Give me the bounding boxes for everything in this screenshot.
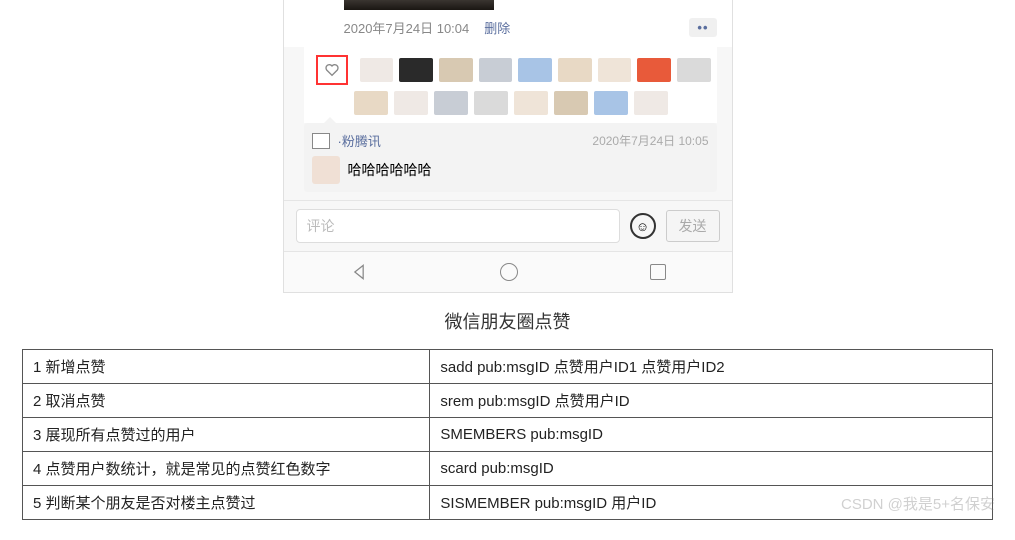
post-area: 2020年7月24日 10:04 删除 ••: [284, 0, 732, 47]
avatar[interactable]: [637, 58, 671, 82]
emoji-icon[interactable]: ☺: [630, 213, 656, 239]
row-desc: 4 点赞用户数统计，就是常见的点赞红色数字: [23, 452, 430, 486]
row-cmd: SMEMBERS pub:msgID: [430, 418, 993, 452]
avatar[interactable]: [354, 91, 388, 115]
commands-table: 1 新增点赞sadd pub:msgID 点赞用户ID1 点赞用户ID22 取消…: [22, 349, 993, 520]
avatar[interactable]: [514, 91, 548, 115]
more-button[interactable]: ••: [689, 18, 716, 37]
checkbox-icon[interactable]: [312, 133, 330, 149]
recent-icon[interactable]: [650, 264, 666, 280]
row-desc: 3 展现所有点赞过的用户: [23, 418, 430, 452]
avatar[interactable]: [394, 91, 428, 115]
table-row: 1 新增点赞sadd pub:msgID 点赞用户ID1 点赞用户ID2: [23, 350, 993, 384]
table-row: 4 点赞用户数统计，就是常见的点赞红色数字scard pub:msgID: [23, 452, 993, 486]
comment-author: ·粉腾讯: [338, 131, 381, 150]
figure-caption: 微信朋友圈点赞: [0, 308, 1015, 334]
row-cmd: scard pub:msgID: [430, 452, 993, 486]
avatar[interactable]: [434, 91, 468, 115]
comment-input[interactable]: 评论: [296, 209, 620, 243]
row-desc: 1 新增点赞: [23, 350, 430, 384]
row-cmd: srem pub:msgID 点赞用户ID: [430, 384, 993, 418]
comment-text: 哈哈哈哈哈哈: [348, 160, 432, 180]
avatar[interactable]: [598, 58, 632, 82]
avatar[interactable]: [479, 58, 513, 82]
avatar[interactable]: [474, 91, 508, 115]
row-desc: 5 判断某个朋友是否对楼主点赞过: [23, 486, 430, 520]
likes-row-1: [304, 52, 717, 88]
avatar-strip: [354, 58, 717, 82]
comment-block: ·粉腾讯 2020年7月24日 10:05 哈哈哈哈哈哈: [304, 123, 717, 192]
comment-time: 2020年7月24日 10:05: [592, 132, 708, 149]
likes-row-2: [304, 88, 717, 118]
avatar[interactable]: [360, 58, 394, 82]
table-row: 3 展现所有点赞过的用户SMEMBERS pub:msgID: [23, 418, 993, 452]
post-image: [344, 0, 494, 10]
comment-input-bar: 评论 ☺ 发送: [284, 200, 732, 251]
avatar-strip: [304, 91, 717, 115]
likes-section: [304, 47, 717, 123]
avatar[interactable]: [634, 91, 668, 115]
row-cmd: sadd pub:msgID 点赞用户ID1 点赞用户ID2: [430, 350, 993, 384]
row-cmd: SISMEMBER pub:msgID 用户ID: [430, 486, 993, 520]
table-row: 5 判断某个朋友是否对楼主点赞过SISMEMBER pub:msgID 用户ID: [23, 486, 993, 520]
android-nav-bar: [284, 251, 732, 292]
post-timestamp: 2020年7月24日 10:04: [344, 18, 470, 37]
table-row: 2 取消点赞srem pub:msgID 点赞用户ID: [23, 384, 993, 418]
comment-head: ·粉腾讯 2020年7月24日 10:05: [312, 131, 709, 150]
row-desc: 2 取消点赞: [23, 384, 430, 418]
comment-body: 哈哈哈哈哈哈: [312, 156, 709, 184]
avatar[interactable]: [594, 91, 628, 115]
avatar[interactable]: [677, 58, 711, 82]
delete-link[interactable]: 删除: [484, 18, 510, 37]
avatar[interactable]: [399, 58, 433, 82]
home-icon[interactable]: [500, 263, 518, 281]
avatar[interactable]: [439, 58, 473, 82]
avatar[interactable]: [312, 156, 340, 184]
send-button[interactable]: 发送: [666, 210, 720, 242]
phone-mockup: 2020年7月24日 10:04 删除 ••: [283, 0, 733, 293]
post-meta: 2020年7月24日 10:04 删除 ••: [344, 18, 717, 37]
avatar[interactable]: [558, 58, 592, 82]
avatar[interactable]: [554, 91, 588, 115]
heart-icon[interactable]: [316, 55, 348, 85]
avatar[interactable]: [518, 58, 552, 82]
back-icon[interactable]: [349, 262, 369, 282]
